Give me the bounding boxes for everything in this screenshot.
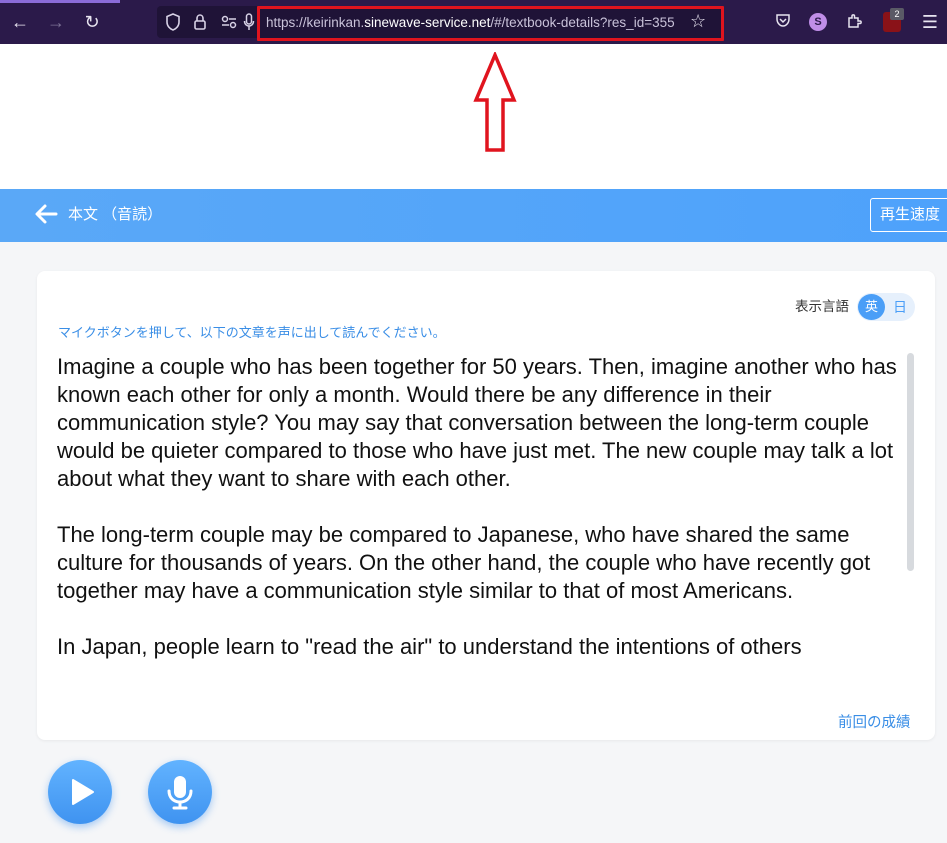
passage-scrollbar[interactable]	[907, 353, 914, 571]
language-option-japanese[interactable]: 日	[888, 294, 912, 320]
microphone-button[interactable]	[148, 760, 212, 824]
display-language-label: 表示言語	[795, 299, 849, 314]
extensions-puzzle-icon[interactable]	[845, 12, 865, 36]
pocket-icon[interactable]	[773, 12, 793, 34]
menu-hamburger-icon[interactable]: ☰	[920, 12, 940, 32]
language-option-english[interactable]: 英	[858, 294, 885, 320]
passage-paragraph: The long-term couple may be compared to …	[57, 522, 871, 603]
permissions-icon[interactable]	[220, 13, 238, 36]
microphone-icon	[167, 776, 193, 810]
url-highlight-box	[257, 6, 724, 41]
bookmark-star-icon[interactable]: ☆	[690, 11, 706, 31]
previous-results-link[interactable]: 前回の成績	[838, 714, 911, 732]
page-title: 本文 （音読）	[68, 206, 163, 223]
lock-icon[interactable]	[193, 13, 207, 36]
play-button[interactable]	[48, 760, 112, 824]
forward-arrow-icon[interactable]: →	[46, 12, 66, 32]
browser-toolbar: ← → ↻ https://keirinkan.sinewave-service…	[0, 0, 947, 44]
shield-icon[interactable]	[165, 13, 181, 36]
passage-paragraph: In Japan, people learn to "read the air"…	[57, 634, 802, 659]
reading-instruction: マイクボタンを押して、以下の文章を声に出して読んでください。	[58, 325, 446, 340]
profile-avatar[interactable]: S	[809, 13, 827, 31]
play-icon	[72, 779, 94, 805]
reload-icon[interactable]: ↻	[82, 12, 102, 32]
playback-speed-button[interactable]: 再生速度	[870, 198, 947, 232]
ublock-count-badge: 2	[890, 8, 904, 20]
passage-paragraph: Imagine a couple who has been together f…	[57, 354, 897, 491]
back-arrow-icon[interactable]	[34, 203, 58, 225]
annotation-arrow-icon	[473, 52, 517, 152]
microphone-permission-icon[interactable]	[243, 13, 255, 36]
back-arrow-icon[interactable]: ←	[10, 12, 30, 32]
reading-passage: Imagine a couple who has been together f…	[57, 353, 897, 695]
